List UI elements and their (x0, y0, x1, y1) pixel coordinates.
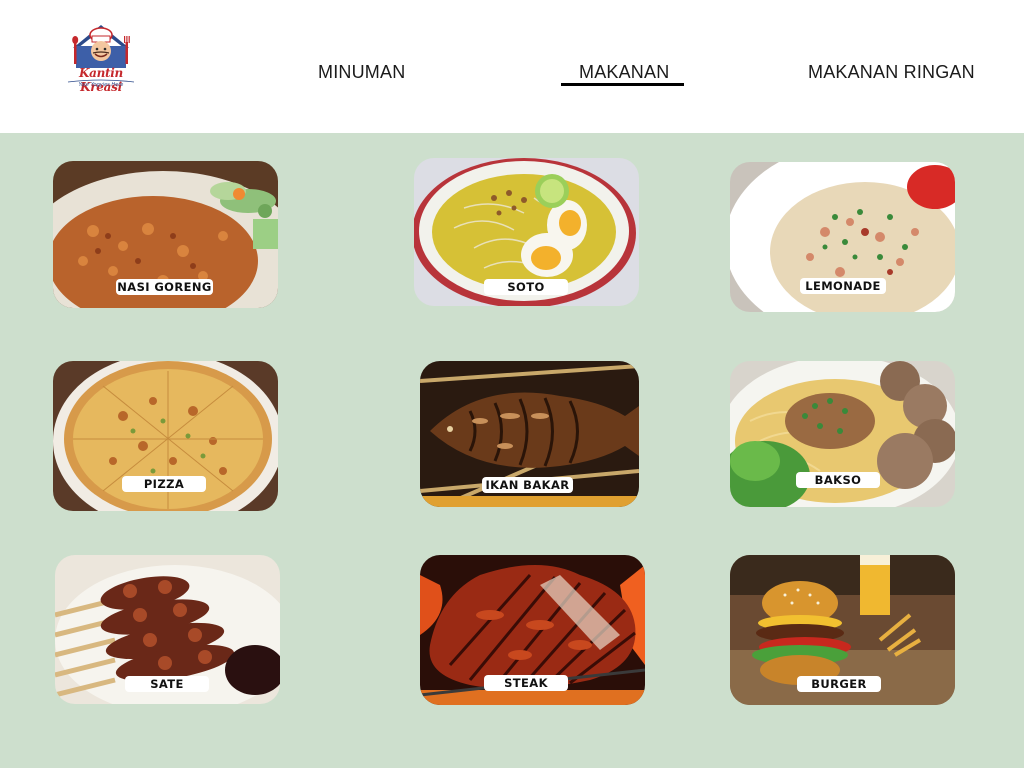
menu-card-label: LEMONADE (800, 278, 886, 294)
menu-card-nasi-goreng[interactable]: NASI GORENG (53, 161, 278, 308)
nav-active-underline (561, 83, 684, 86)
menu-card-soto[interactable]: SOTO (414, 158, 639, 306)
menu-card-label: NASI GORENG (116, 279, 213, 295)
menu-card-bakso[interactable]: BAKSO (730, 361, 955, 507)
menu-card-sate[interactable]: SATE (55, 555, 280, 704)
nav-tab-minuman[interactable]: MINUMAN (318, 62, 405, 83)
menu-card-label: PIZZA (122, 476, 206, 492)
menu-card-steak[interactable]: STEAK (420, 555, 645, 705)
menu-card-label: STEAK (484, 675, 568, 691)
menu-card-burger[interactable]: BURGER (730, 555, 955, 705)
brand-name: Kantin Kreasi (79, 66, 123, 94)
header-bar: Kantin Kreasi Your Yogyies Here MINUMAN … (0, 0, 1024, 133)
nav-tab-makanan[interactable]: MAKANAN (579, 62, 669, 83)
menu-card-label: SOTO (484, 279, 568, 295)
menu-card-label: BURGER (797, 676, 881, 692)
menu-card-label: IKAN BAKAR (482, 477, 573, 493)
menu-card-lemonade[interactable]: LEMONADE (730, 162, 955, 312)
menu-card-pizza[interactable]: PIZZA (53, 361, 278, 511)
menu-card-label: BAKSO (796, 472, 880, 488)
brand-logo[interactable]: Kantin Kreasi Your Yogyies Here (60, 22, 142, 94)
menu-card-ikan-bakar[interactable]: IKAN BAKAR (420, 361, 639, 507)
nav-tab-makanan-ringan[interactable]: MAKANAN RINGAN (808, 62, 975, 83)
menu-card-label: SATE (125, 676, 209, 692)
brand-tagline: Your Yogyies Here (78, 82, 124, 88)
